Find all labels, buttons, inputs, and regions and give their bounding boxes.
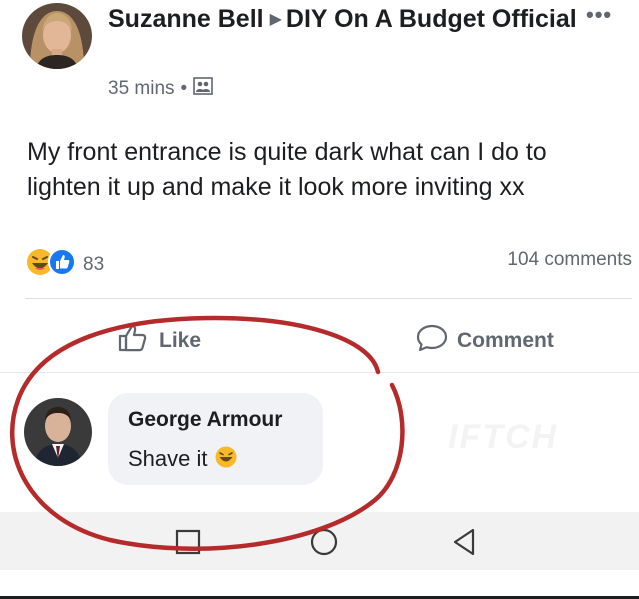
home-icon[interactable] [309,527,339,562]
reaction-count: 83 [83,254,105,275]
comment-text-row: Shave it [128,445,238,475]
more-options-icon[interactable]: ••• [586,2,612,28]
divider [0,372,639,373]
arrow-right-icon: ▶ [269,11,282,28]
like-button[interactable]: Like [117,323,201,359]
like-icon [47,247,77,283]
post-time[interactable]: 35 mins [108,78,175,100]
watermark: IFTCH [448,418,559,456]
back-icon[interactable] [449,527,479,562]
recent-apps-icon[interactable] [174,528,202,561]
author-avatar[interactable] [22,3,92,69]
comment-bubble[interactable]: George Armour Shave it [108,393,323,485]
speech-bubble-icon [415,323,457,359]
post-header: Suzanne Bell ▶ DIY On A Budget Official [108,3,578,36]
post-meta: 35 mins • [108,77,213,101]
red-circle-annotation [9,315,405,551]
like-label: Like [159,329,202,352]
comment-count[interactable]: 104 comments [507,249,632,271]
group-name[interactable]: DIY On A Budget Official [286,5,577,33]
comment-text: Shave it [128,446,208,471]
divider [25,298,632,299]
comment-label: Comment [457,329,554,352]
comment-button[interactable]: Comment [415,323,554,359]
author-name[interactable]: Suzanne Bell [108,5,264,33]
post-text: My front entrance is quite dark what can… [27,138,547,201]
group-icon [193,77,213,101]
commenter-name[interactable]: George Armour [128,408,282,432]
laughing-emoji-icon [214,445,238,475]
commenter-avatar[interactable] [24,398,92,466]
reactions-summary[interactable]: 83 [25,247,104,283]
separator-dot: • [180,78,188,99]
system-nav-bar [0,512,639,570]
thumbs-up-icon [117,323,159,359]
